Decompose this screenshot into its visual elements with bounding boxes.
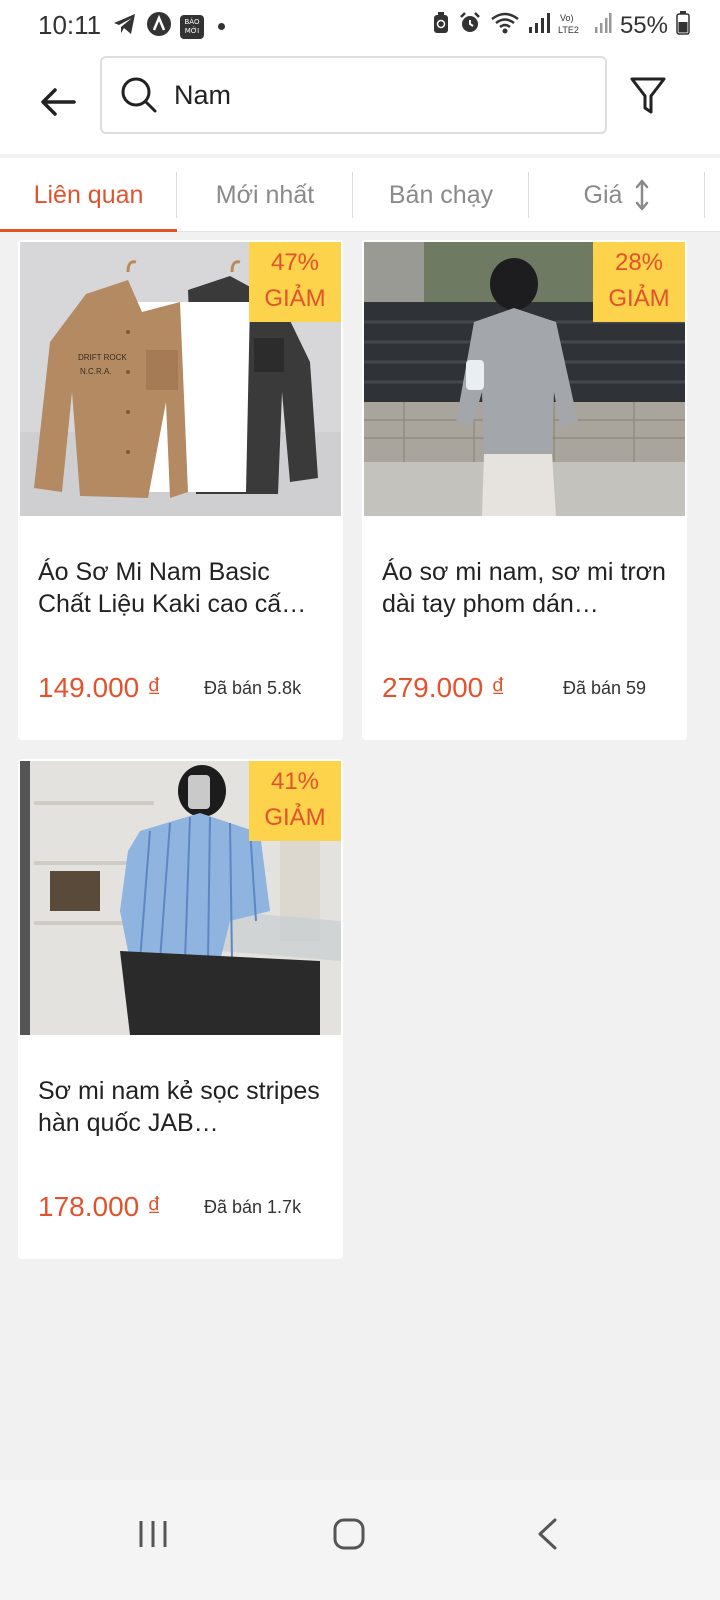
filter-button[interactable] [622,70,674,122]
svg-text:N.C.R.A.: N.C.R.A. [80,367,112,376]
product-title: Áo Sơ Mi Nam Basic Chất Liệu Kaki cao cấ… [38,558,307,618]
app-circle-icon [146,11,172,42]
recycle-icon [432,11,450,40]
battery-icon [676,11,690,40]
tab-gia[interactable]: Giá [529,158,705,232]
discount-percent: 41% [270,768,320,795]
alarm-icon [458,11,482,40]
product-sold-count: Đã bán 1.7k [204,1197,302,1217]
search-header [0,52,720,154]
discount-badge: 47% GIẢM [249,242,341,322]
product-price: 149.000 ₫ [38,672,162,703]
system-back-button[interactable] [512,1504,582,1564]
filter-icon [630,77,666,114]
sort-arrows-icon [636,179,649,211]
discount-badge: 41% GIẢM [249,761,341,841]
tab-label: Liên quan [33,180,144,209]
product-price: 178.000 ₫ [38,1191,162,1222]
arrow-left-icon [41,88,76,116]
signal-secondary-icon [594,12,612,39]
discount-label: GIẢM [264,285,326,312]
active-tab-indicator [0,229,177,232]
tab-ban-chay[interactable]: Bán chạy [353,158,529,232]
status-bar: 10:11 BÁO MỚI Vo) LTE2 55% [0,0,720,52]
recent-apps-icon [139,1521,167,1547]
product-card[interactable]: 41% GIẢM Sơ mi nam kẻ sọc stripes hàn qu… [18,759,343,1259]
discount-label: GIẢM [608,285,670,312]
search-icon [121,77,157,113]
discount-badge: 28% GIẢM [593,242,685,322]
telegram-icon [112,12,138,41]
wifi-icon [490,11,520,40]
more-notifications-dot [218,23,225,30]
sort-tabs: Liên quan Mới nhất Bán chạy Giá [0,158,720,232]
search-box[interactable] [100,56,607,134]
chevron-left-icon [538,1518,557,1550]
tab-label: Bán chạy [388,180,494,209]
product-sold-count: Đã bán 59 [563,678,647,698]
product-card[interactable]: 28% GIẢM Áo sơ mi nam, sơ mi trơn dài ta… [362,240,687,740]
status-right-icons: Vo) LTE2 55% [432,10,690,41]
home-icon [333,1518,365,1550]
svg-text:LTE2: LTE2 [558,25,579,35]
svg-text:DRIFT ROCK: DRIFT ROCK [78,353,127,362]
tab-lien-quan[interactable]: Liên quan [0,158,177,232]
product-card[interactable]: DRIFT ROCK N.C.R.A. 47% GIẢM Áo Sơ Mi Na… [18,240,343,740]
battery-percentage: 55% [619,11,668,39]
signal-icon [528,12,550,39]
product-price: 279.000 ₫ [382,672,506,703]
product-title: Áo sơ mi nam, sơ mi trơn dài tay phom dá… [382,558,666,618]
recent-apps-button[interactable] [118,1504,188,1564]
baomoi-icon: BÁO MỚI [180,14,204,39]
tab-label: Mới nhất [215,180,315,209]
status-time: 10:11 [38,10,102,40]
search-input[interactable] [174,58,594,132]
product-sold-count: Đã bán 5.8k [204,678,302,698]
discount-label: GIẢM [264,804,326,831]
tab-label: Giá [583,180,623,209]
discount-percent: 47% [270,249,320,276]
home-button[interactable] [314,1504,384,1564]
svg-text:Vo): Vo) [560,13,574,23]
notification-icons: BÁO MỚI [112,11,225,42]
volte-lte2-icon: Vo) LTE2 [558,10,586,41]
product-title: Sơ mi nam kẻ sọc stripes hàn quốc JAB… [38,1077,320,1137]
back-button[interactable] [30,74,86,130]
tab-divider [704,172,705,218]
tab-moi-nhat[interactable]: Mới nhất [177,158,353,232]
discount-percent: 28% [614,249,664,276]
system-nav-bar [0,1480,720,1600]
